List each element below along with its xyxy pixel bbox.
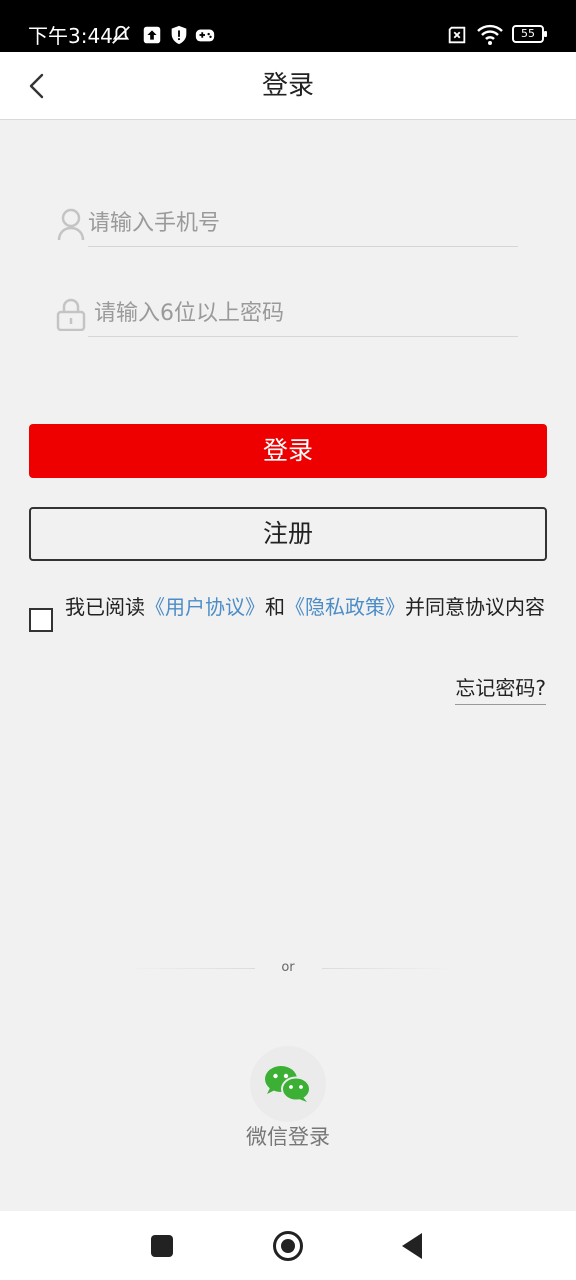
nav-back-icon[interactable]: [402, 1233, 422, 1259]
upload-icon: [143, 26, 161, 44]
privacy-policy-link[interactable]: 《隐私政策》: [285, 595, 405, 619]
phone-input[interactable]: [88, 203, 518, 243]
divider-or: or: [281, 960, 295, 975]
wechat-login-label[interactable]: 微信登录: [0, 1122, 576, 1152]
shield-icon: [171, 25, 187, 45]
battery-indicator: 55: [512, 25, 547, 43]
sim-error-icon: [448, 26, 466, 44]
wechat-icon: [265, 1066, 311, 1102]
agreement-text: 我已阅读《用户协议》和《隐私政策》并同意协议内容: [65, 592, 549, 622]
bell-muted-icon: [112, 25, 130, 44]
status-bar: 下午3:44 55: [0, 0, 576, 52]
forgot-password-link[interactable]: 忘记密码?: [455, 674, 546, 705]
register-button[interactable]: 注册: [29, 507, 547, 561]
agreement-prefix: 我已阅读: [65, 595, 145, 619]
status-time: 下午3:44: [28, 24, 113, 48]
user-agreement-link[interactable]: 《用户协议》: [145, 595, 265, 619]
system-nav-bar: [0, 1211, 576, 1280]
lock-icon: [56, 298, 86, 331]
agreement-checkbox[interactable]: [29, 608, 53, 632]
password-field: [56, 293, 518, 337]
header-bar: 登录: [0, 52, 576, 120]
phone-field: [56, 203, 518, 247]
password-input[interactable]: [94, 293, 518, 333]
wechat-login-button[interactable]: [250, 1046, 326, 1122]
agreement-and: 和: [265, 595, 285, 619]
user-icon: [57, 208, 85, 241]
phone-underline: [88, 246, 518, 247]
page-title: 登录: [261, 71, 314, 101]
recent-apps-icon[interactable]: [151, 1235, 173, 1257]
login-button[interactable]: 登录: [29, 424, 547, 478]
divider-line-right: [322, 968, 452, 969]
gamepad-icon: [195, 29, 215, 42]
home-icon[interactable]: [273, 1231, 303, 1261]
agreement-suffix: 并同意协议内容: [405, 595, 545, 619]
password-underline: [88, 336, 518, 337]
wifi-icon: [477, 24, 503, 45]
